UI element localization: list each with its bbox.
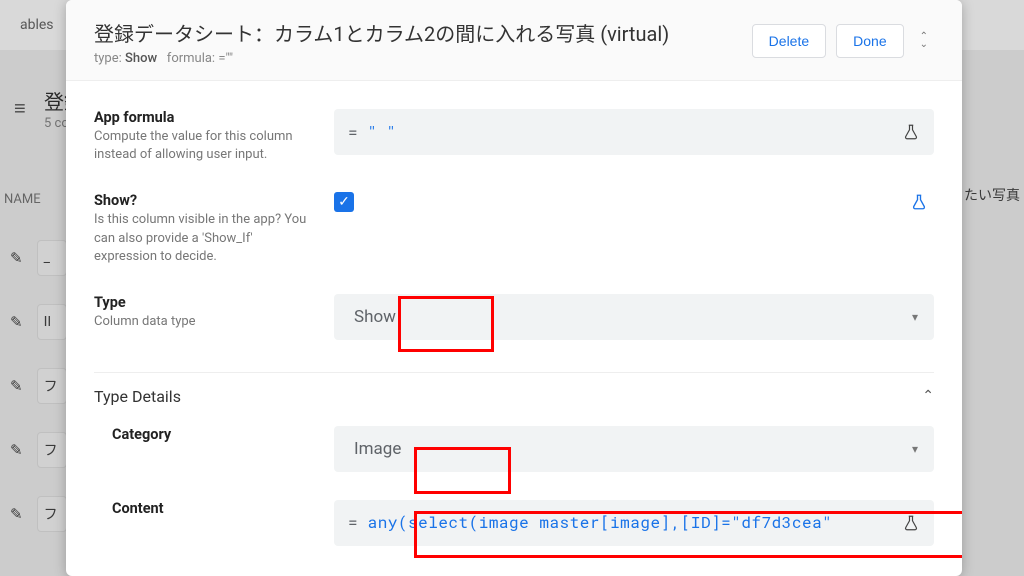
dialog-title: 登録データシート：カラム1とカラム2の間に入れる写真 (virtual) (94, 18, 752, 47)
type-select[interactable]: Show ▾ (334, 294, 934, 340)
bg-col-header: NAME (4, 192, 41, 207)
dialog-header: 登録データシート：カラム1とカラム2の間に入れる写真 (virtual) typ… (66, 0, 962, 81)
show-label: Show? (94, 192, 316, 209)
table-row: ✎フ (10, 432, 67, 468)
pencil-icon[interactable]: ✎ (10, 313, 23, 331)
chevron-up-icon: ⌃ (922, 388, 934, 404)
equals-icon: = (348, 122, 358, 143)
type-desc: Column data type (94, 313, 316, 331)
show-desc: Is this column visible in the app? You c… (94, 211, 316, 266)
table-row: ✎_ (10, 240, 67, 276)
flask-icon[interactable] (902, 514, 920, 532)
field-content: Content = any(select(image master[image]… (112, 486, 934, 560)
delete-button[interactable]: Delete (752, 24, 826, 58)
hamburger-icon[interactable]: ≡ (14, 96, 26, 121)
field-app-formula: App formula Compute the value for this c… (94, 95, 934, 178)
pencil-icon[interactable]: ✎ (10, 441, 23, 459)
app-formula-label: App formula (94, 109, 316, 126)
content-label: Content (112, 500, 316, 517)
pencil-icon[interactable]: ✎ (10, 505, 23, 523)
bg-table-rows: ✎_ ✎II ✎フ ✎フ ✎フ (10, 240, 67, 532)
chevron-down-icon: ▾ (912, 310, 918, 324)
field-show: Show? Is this column visible in the app?… (94, 178, 934, 280)
type-label: Type (94, 294, 316, 311)
flask-icon[interactable] (910, 193, 928, 211)
column-editor-dialog: 登録データシート：カラム1とカラム2の間に入れる写真 (virtual) typ… (66, 0, 962, 576)
field-category: Category Image ▾ (112, 412, 934, 486)
divider (94, 372, 934, 373)
chevron-down-icon: ▾ (912, 442, 918, 456)
dialog-subtitle: type: Show formula: ="" (94, 51, 752, 66)
equals-icon: = (348, 512, 358, 533)
pencil-icon[interactable]: ✎ (10, 377, 23, 395)
pencil-icon[interactable]: ✎ (10, 249, 23, 267)
content-formula-input[interactable]: = any(select(image master[image],[ID]="d… (334, 500, 934, 546)
table-row: ✎II (10, 304, 67, 340)
reorder-handle[interactable]: ⌃⌄ (914, 33, 934, 49)
table-row: ✎フ (10, 368, 67, 404)
show-checkbox[interactable]: ✓ (334, 192, 354, 212)
app-formula-desc: Compute the value for this column instea… (94, 128, 316, 164)
section-type-details[interactable]: Type Details ⌃ (94, 381, 934, 412)
table-row: ✎フ (10, 496, 67, 532)
app-formula-input[interactable]: = " " (334, 109, 934, 155)
category-select[interactable]: Image ▾ (334, 426, 934, 472)
field-type: Type Column data type Show ▾ (94, 280, 934, 354)
bg-tab: ables (10, 9, 64, 41)
flask-icon[interactable] (902, 123, 920, 141)
category-label: Category (112, 426, 316, 443)
bg-right-text: たい写真 (964, 185, 1020, 205)
done-button[interactable]: Done (836, 24, 903, 58)
